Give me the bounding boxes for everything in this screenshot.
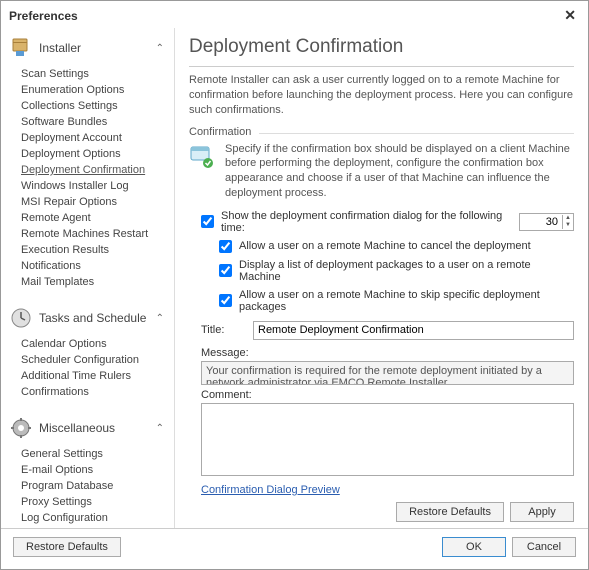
sidebar-item[interactable]: Deployment Options [21, 146, 174, 162]
sidebar-item[interactable]: Scheduler Configuration [21, 352, 174, 368]
sidebar-item[interactable]: Notifications [21, 258, 174, 274]
sidebar-item[interactable]: Scan Settings [21, 66, 174, 82]
group-label: Confirmation [189, 126, 574, 138]
cancel-button[interactable]: Cancel [512, 537, 576, 557]
section-label: Tasks and Schedule [39, 311, 156, 325]
sidebar-item[interactable]: Enumeration Options [21, 82, 174, 98]
time-spinner[interactable]: ▲▼ [519, 213, 574, 231]
window-title: Preferences [9, 9, 78, 23]
sidebar-item[interactable]: Additional Time Rulers [21, 368, 174, 384]
allow-skip-checkbox[interactable] [219, 294, 232, 307]
title-label: Title: [201, 324, 247, 336]
page-intro: Remote Installer can ask a user currentl… [189, 73, 574, 118]
sidebar-item[interactable]: Execution Results [21, 242, 174, 258]
section-header[interactable]: Installer⌃ [7, 32, 174, 64]
section-icon [9, 36, 33, 60]
sidebar-item[interactable]: Log Configuration [21, 510, 174, 526]
sidebar: Installer⌃Scan SettingsEnumeration Optio… [1, 28, 175, 528]
allow-cancel-checkbox[interactable] [219, 240, 232, 253]
section-icon [9, 306, 33, 330]
sidebar-item[interactable]: Deployment Confirmation [21, 162, 174, 178]
sidebar-item[interactable]: General Settings [21, 446, 174, 462]
group-desc: Specify if the confirmation box should b… [225, 142, 574, 201]
sidebar-item[interactable]: System Tray [21, 526, 174, 528]
sidebar-item[interactable]: Windows Installer Log [21, 178, 174, 194]
spin-up-icon[interactable]: ▲ [563, 215, 573, 222]
preview-link[interactable]: Confirmation Dialog Preview [201, 484, 574, 496]
section-icon [9, 416, 33, 440]
comment-textarea[interactable] [201, 403, 574, 476]
restore-defaults-footer-button[interactable]: Restore Defaults [13, 537, 121, 557]
confirmation-icon [189, 142, 217, 201]
sidebar-item[interactable]: E-mail Options [21, 462, 174, 478]
section-label: Installer [39, 41, 156, 55]
display-list-label: Display a list of deployment packages to… [239, 259, 574, 283]
sidebar-item[interactable]: Mail Templates [21, 274, 174, 290]
display-list-checkbox[interactable] [219, 264, 232, 277]
sidebar-item[interactable]: Calendar Options [21, 336, 174, 352]
sidebar-item[interactable]: Remote Machines Restart [21, 226, 174, 242]
section-header[interactable]: Miscellaneous⌃ [7, 412, 174, 444]
sidebar-item[interactable]: Deployment Account [21, 130, 174, 146]
ok-button[interactable]: OK [442, 537, 506, 557]
section-label: Miscellaneous [39, 421, 156, 435]
chevron-up-icon: ⌃ [156, 423, 164, 434]
sidebar-item[interactable]: Remote Agent [21, 210, 174, 226]
close-icon[interactable]: ✕ [560, 7, 580, 24]
allow-cancel-label: Allow a user on a remote Machine to canc… [239, 240, 531, 252]
title-input[interactable] [253, 321, 574, 340]
chevron-up-icon: ⌃ [156, 43, 164, 54]
spin-down-icon[interactable]: ▼ [563, 222, 573, 229]
allow-skip-label: Allow a user on a remote Machine to skip… [239, 289, 574, 313]
sidebar-item[interactable]: MSI Repair Options [21, 194, 174, 210]
time-input[interactable] [520, 216, 562, 228]
restore-defaults-button[interactable]: Restore Defaults [396, 502, 504, 522]
show-dialog-checkbox[interactable] [201, 215, 214, 228]
sidebar-item[interactable]: Proxy Settings [21, 494, 174, 510]
section-header[interactable]: Tasks and Schedule⌃ [7, 302, 174, 334]
message-textarea[interactable] [201, 361, 574, 385]
sidebar-item[interactable]: Software Bundles [21, 114, 174, 130]
sidebar-item[interactable]: Confirmations [21, 384, 174, 400]
sidebar-item[interactable]: Collections Settings [21, 98, 174, 114]
show-dialog-label: Show the deployment confirmation dialog … [221, 210, 511, 234]
apply-button[interactable]: Apply [510, 502, 574, 522]
comment-label: Comment: [201, 389, 574, 401]
sidebar-item[interactable]: Program Database [21, 478, 174, 494]
content-pane: Deployment Confirmation Remote Installer… [175, 28, 588, 528]
message-label: Message: [201, 347, 574, 359]
page-title: Deployment Confirmation [189, 36, 574, 58]
chevron-up-icon: ⌃ [156, 313, 164, 324]
